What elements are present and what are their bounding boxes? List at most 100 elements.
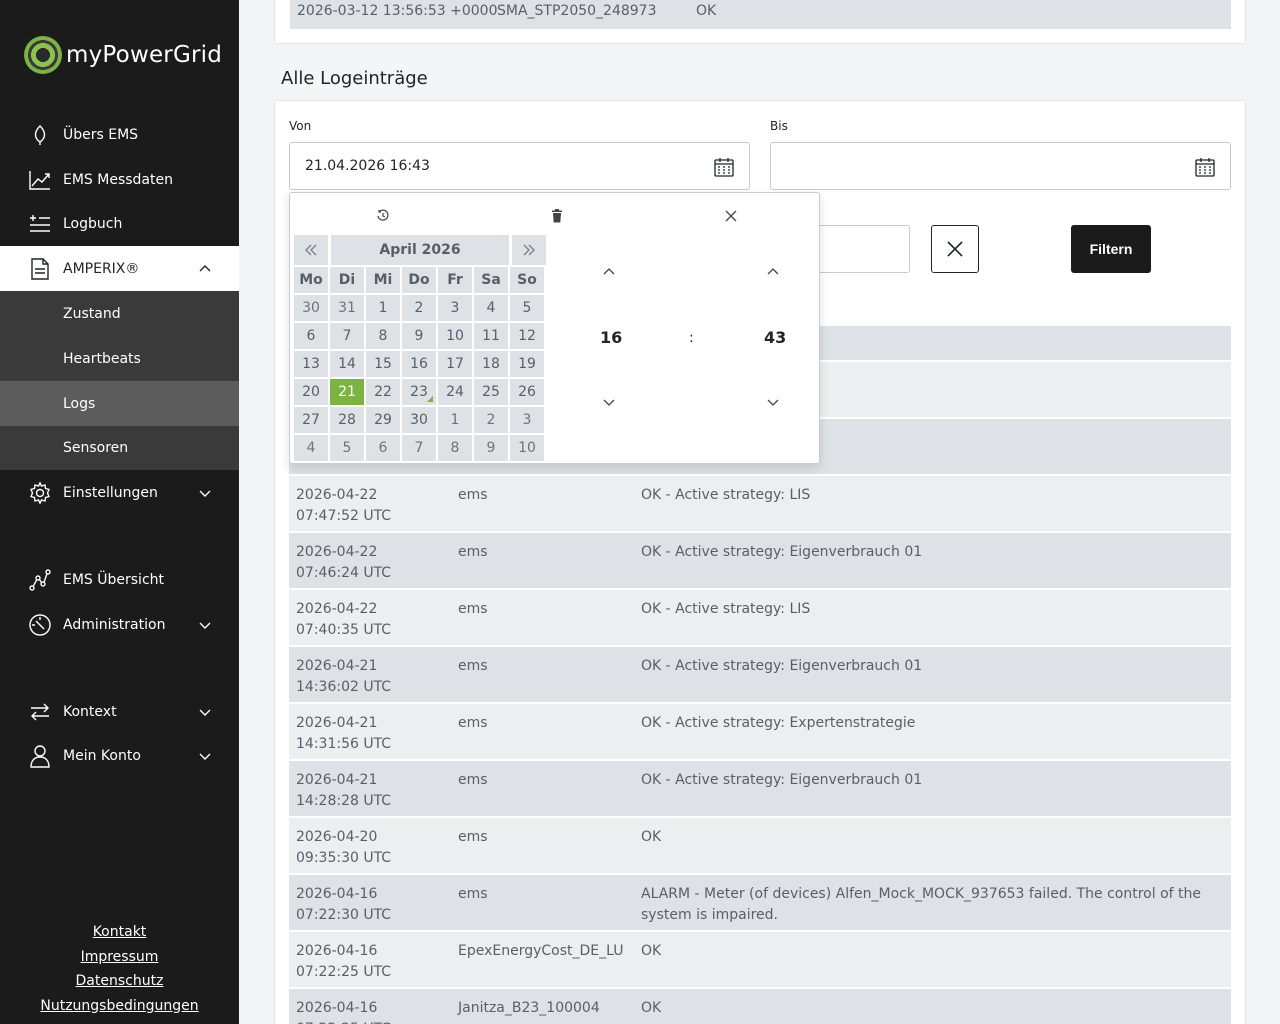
close-icon[interactable] (722, 207, 740, 225)
sidebar-item-label: EMS Übersicht (63, 572, 165, 588)
calendar-day[interactable]: 25 (474, 379, 508, 405)
calendar-day[interactable]: 8 (366, 323, 400, 349)
calendar-day[interactable]: 12 (510, 323, 544, 349)
prev-month-button[interactable] (294, 235, 328, 265)
calendar-day[interactable]: 10 (438, 323, 472, 349)
minute-up-icon[interactable] (765, 264, 781, 280)
calendar-day[interactable]: 9 (402, 323, 436, 349)
calendar-day[interactable]: 20 (294, 379, 328, 405)
calendar-day[interactable]: 4 (294, 435, 328, 461)
sidebar-item-kontext[interactable]: Kontext (0, 690, 239, 734)
logo-icon (24, 36, 62, 74)
log-message: ALARM - Meter (of devices) Alfen_Mock_MO… (641, 886, 1201, 923)
calendar-day[interactable]: 11 (474, 323, 508, 349)
calendar-day[interactable]: 23 (402, 379, 436, 405)
sidebar-item-mein-konto[interactable]: Mein Konto (0, 734, 239, 778)
minute-value[interactable]: 43 (764, 328, 786, 347)
brand-logo[interactable]: myPowerGrid (24, 36, 222, 74)
calendar-day[interactable]: 4 (474, 295, 508, 321)
footer-link-impressum[interactable]: Impressum (0, 945, 239, 970)
sidebar-subitem-zustand[interactable]: Zustand (0, 291, 239, 336)
calendar-day[interactable]: 5 (330, 435, 364, 461)
calendar-day[interactable]: 21 (330, 379, 364, 405)
hour-down-icon[interactable] (601, 394, 617, 410)
sidebar-subitem-logs[interactable]: Logs (0, 381, 239, 426)
close-icon (947, 241, 963, 257)
reset-time-icon[interactable] (374, 207, 392, 225)
calendar-day[interactable]: 7 (330, 323, 364, 349)
calendar-day[interactable]: 5 (510, 295, 544, 321)
sidebar-item-uebers-ems[interactable]: Übers EMS (0, 113, 239, 157)
calendar-day[interactable]: 17 (438, 351, 472, 377)
calendar-day[interactable]: 14 (330, 351, 364, 377)
hour-up-icon[interactable] (601, 264, 617, 280)
compass-icon (28, 613, 52, 637)
calendar-day[interactable]: 15 (366, 351, 400, 377)
brand-name: myPowerGrid (66, 42, 223, 68)
calendar-day[interactable]: 2 (402, 295, 436, 321)
sidebar-item-amperix[interactable]: AMPERIX® (0, 246, 239, 291)
source-filter-input[interactable] (820, 225, 910, 273)
row-device: SMA_STP2050_248973 (497, 3, 657, 19)
calendar-day[interactable]: 31 (330, 295, 364, 321)
calendar-day[interactable]: 1 (366, 295, 400, 321)
filter-button[interactable]: Filtern (1071, 225, 1151, 273)
sidebar-item-label: Mein Konto (63, 748, 141, 764)
calendar-day[interactable]: 2 (474, 407, 508, 433)
sidebar-item-ems-messdaten[interactable]: EMS Messdaten (0, 158, 239, 202)
sidebar-item-administration[interactable]: Administration (0, 603, 239, 647)
minute-down-icon[interactable] (765, 394, 781, 410)
calendar-day[interactable]: 3 (510, 407, 544, 433)
calendar-day[interactable]: 19 (510, 351, 544, 377)
footer-link-datenschutz[interactable]: Datenschutz (0, 969, 239, 994)
calendar-day[interactable]: 28 (330, 407, 364, 433)
calendar-day[interactable]: 7 (402, 435, 436, 461)
month-title[interactable]: April 2026 (331, 235, 509, 265)
calendar-day[interactable]: 22 (366, 379, 400, 405)
log-message: OK - Active strategy: Eigenverbrauch 01 (641, 772, 923, 788)
sidebar-subitem-heartbeats[interactable]: Heartbeats (0, 336, 239, 381)
calendar-day[interactable]: 18 (474, 351, 508, 377)
trash-icon[interactable] (548, 207, 566, 225)
calendar-day[interactable]: 16 (402, 351, 436, 377)
footer-link-kontakt[interactable]: Kontakt (0, 920, 239, 945)
sidebar-item-ems-uebersicht[interactable]: EMS Übersicht (0, 558, 239, 602)
calendar-day[interactable]: 30 (294, 295, 328, 321)
time-separator: : (689, 330, 694, 346)
footer-link-nutzungsbedingungen[interactable]: Nutzungsbedingungen (0, 994, 239, 1019)
calendar-day[interactable]: 9 (474, 435, 508, 461)
calendar-day[interactable]: 30 (402, 407, 436, 433)
calendar-icon[interactable] (713, 156, 735, 178)
next-month-button[interactable] (512, 235, 546, 265)
sidebar-item-einstellungen[interactable]: Einstellungen (0, 471, 239, 515)
log-source: ems (458, 829, 488, 845)
row-time: 2026-03-12 13:56:53 +0000 (297, 3, 498, 19)
calendar-day[interactable]: 6 (294, 323, 328, 349)
log-time: 2026-04-16 07:22:25 UTC (296, 943, 392, 980)
calendar-day[interactable]: 8 (438, 435, 472, 461)
sidebar-subitem-sensoren[interactable]: Sensoren (0, 426, 239, 470)
clear-filter-button[interactable] (931, 225, 979, 273)
hour-value[interactable]: 16 (600, 328, 622, 347)
graph-nodes-icon (28, 568, 52, 592)
calendar-day[interactable]: 26 (510, 379, 544, 405)
user-icon (28, 744, 52, 768)
from-label: Von (289, 119, 312, 133)
calendar-day[interactable]: 24 (438, 379, 472, 405)
sidebar-item-label: Administration (63, 617, 166, 633)
calendar-day[interactable]: 6 (366, 435, 400, 461)
calendar-day[interactable]: 27 (294, 407, 328, 433)
from-date-input[interactable]: 21.04.2026 16:43 (289, 142, 750, 190)
to-date-input[interactable] (770, 142, 1231, 190)
calendar-day[interactable]: 1 (438, 407, 472, 433)
log-time: 2026-04-21 14:36:02 UTC (296, 658, 392, 695)
log-message: OK - Active strategy: LIS (641, 487, 811, 503)
calendar-day[interactable]: 29 (366, 407, 400, 433)
calendar-day[interactable]: 13 (294, 351, 328, 377)
calendar-day[interactable]: 10 (510, 435, 544, 461)
sidebar-item-logbuch[interactable]: Logbuch (0, 202, 239, 246)
leaf-icon (28, 123, 52, 147)
calendar-icon[interactable] (1194, 156, 1216, 178)
calendar-day[interactable]: 3 (438, 295, 472, 321)
sidebar: myPowerGrid Übers EMS EMS Messdaten Logb… (0, 0, 239, 1024)
